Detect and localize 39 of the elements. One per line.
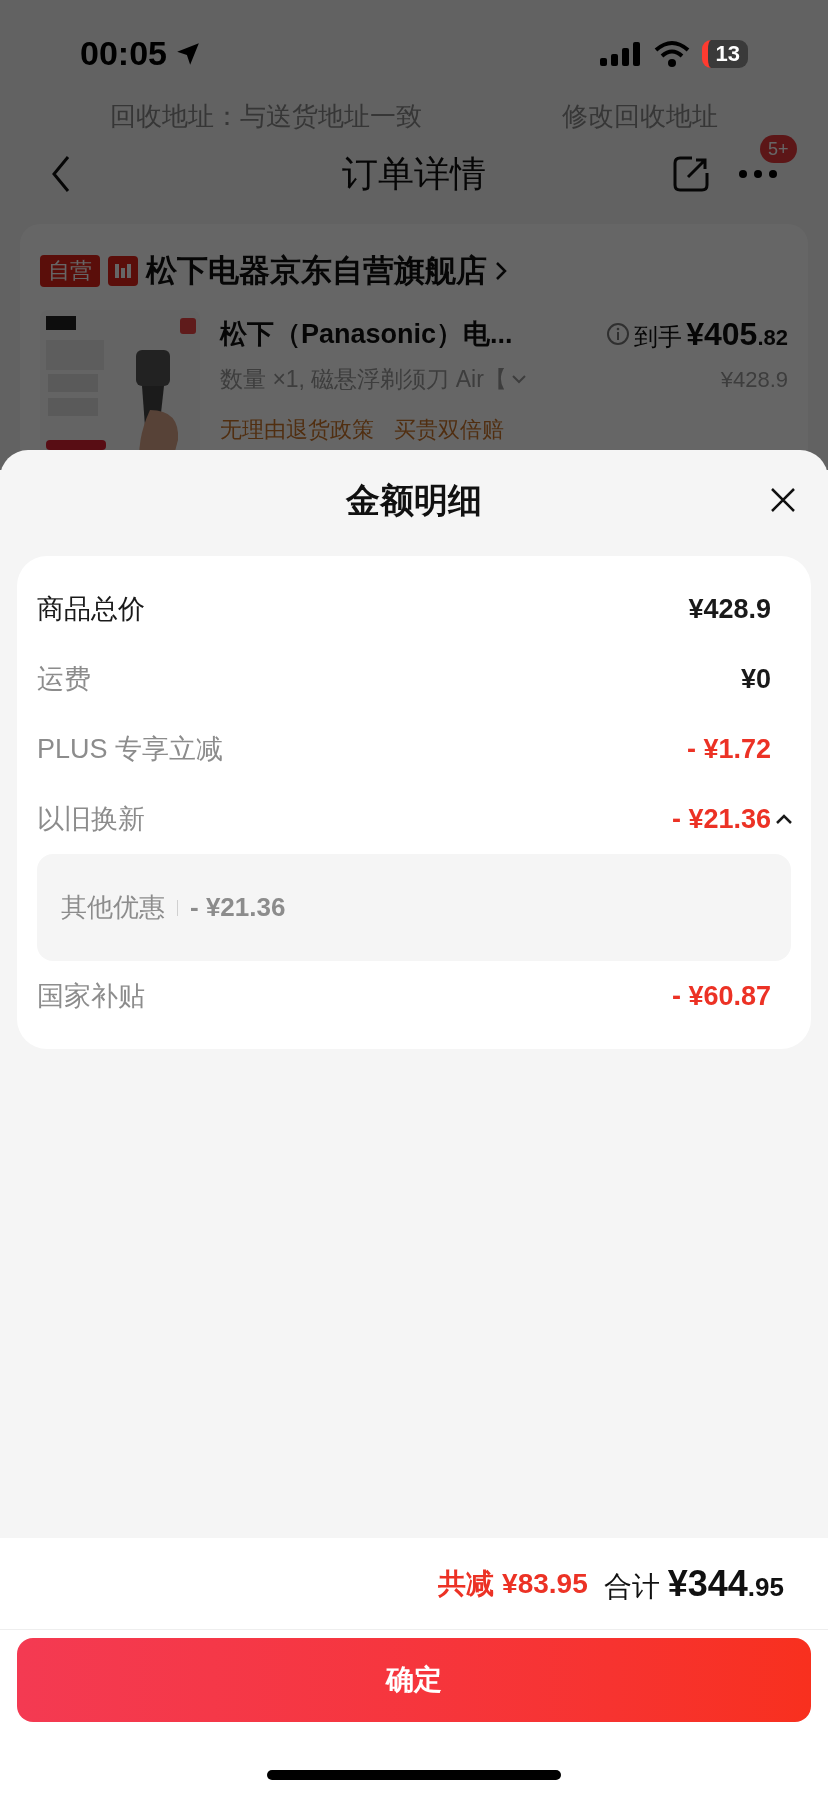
- share-icon[interactable]: [672, 155, 710, 194]
- info-icon[interactable]: [606, 322, 631, 346]
- signal-icon: [599, 39, 642, 68]
- self-operated-tag: 自营: [40, 254, 100, 287]
- row-label: 以旧换新: [37, 802, 145, 836]
- final-price: ¥405.82: [686, 315, 788, 354]
- row-label: PLUS 专享立减: [37, 732, 224, 766]
- row-label: 运费: [37, 662, 91, 696]
- store-name[interactable]: 松下电器京东自营旗舰店: [146, 247, 487, 294]
- row-amount: - ¥21.36: [671, 802, 771, 836]
- battery-indicator: 13: [701, 39, 748, 68]
- product-title: 松下（Panasonic）电...: [220, 317, 513, 351]
- row-amount: - ¥1.72: [686, 732, 771, 766]
- sub-amount: - ¥21.36: [190, 891, 286, 924]
- status-time: 00:05: [80, 33, 167, 75]
- total-amount: ¥344.95: [667, 1561, 784, 1606]
- close-icon[interactable]: [770, 487, 796, 513]
- sheet-title: 金额明细: [346, 479, 482, 521]
- chevron-down-icon[interactable]: [510, 374, 527, 385]
- page-title: 订单详情: [342, 152, 486, 197]
- row-label: 国家补贴: [37, 979, 145, 1013]
- sub-label: 其他优惠: [61, 891, 165, 924]
- service-tag: 买贵双倍赔: [394, 412, 504, 446]
- row-amount: ¥428.9: [688, 592, 771, 626]
- confirm-button[interactable]: 确定: [17, 1638, 811, 1722]
- total-label: 合计: [603, 1569, 660, 1604]
- wifi-icon: [653, 39, 690, 68]
- back-icon[interactable]: [50, 154, 72, 195]
- more-icon[interactable]: [738, 169, 778, 180]
- total-discount: 共减 ¥83.95: [438, 1566, 588, 1601]
- store-icon: [108, 255, 138, 286]
- service-tag: 无理由退货政策: [220, 412, 374, 446]
- row-amount: - ¥60.87: [671, 979, 771, 1013]
- row-amount: ¥0: [740, 662, 771, 696]
- chevron-up-icon[interactable]: [775, 813, 793, 825]
- notification-badge: 5+: [760, 135, 797, 164]
- row-label: 商品总价: [37, 592, 145, 626]
- chevron-right-icon: [495, 260, 507, 281]
- final-price-label: 到手: [634, 322, 683, 352]
